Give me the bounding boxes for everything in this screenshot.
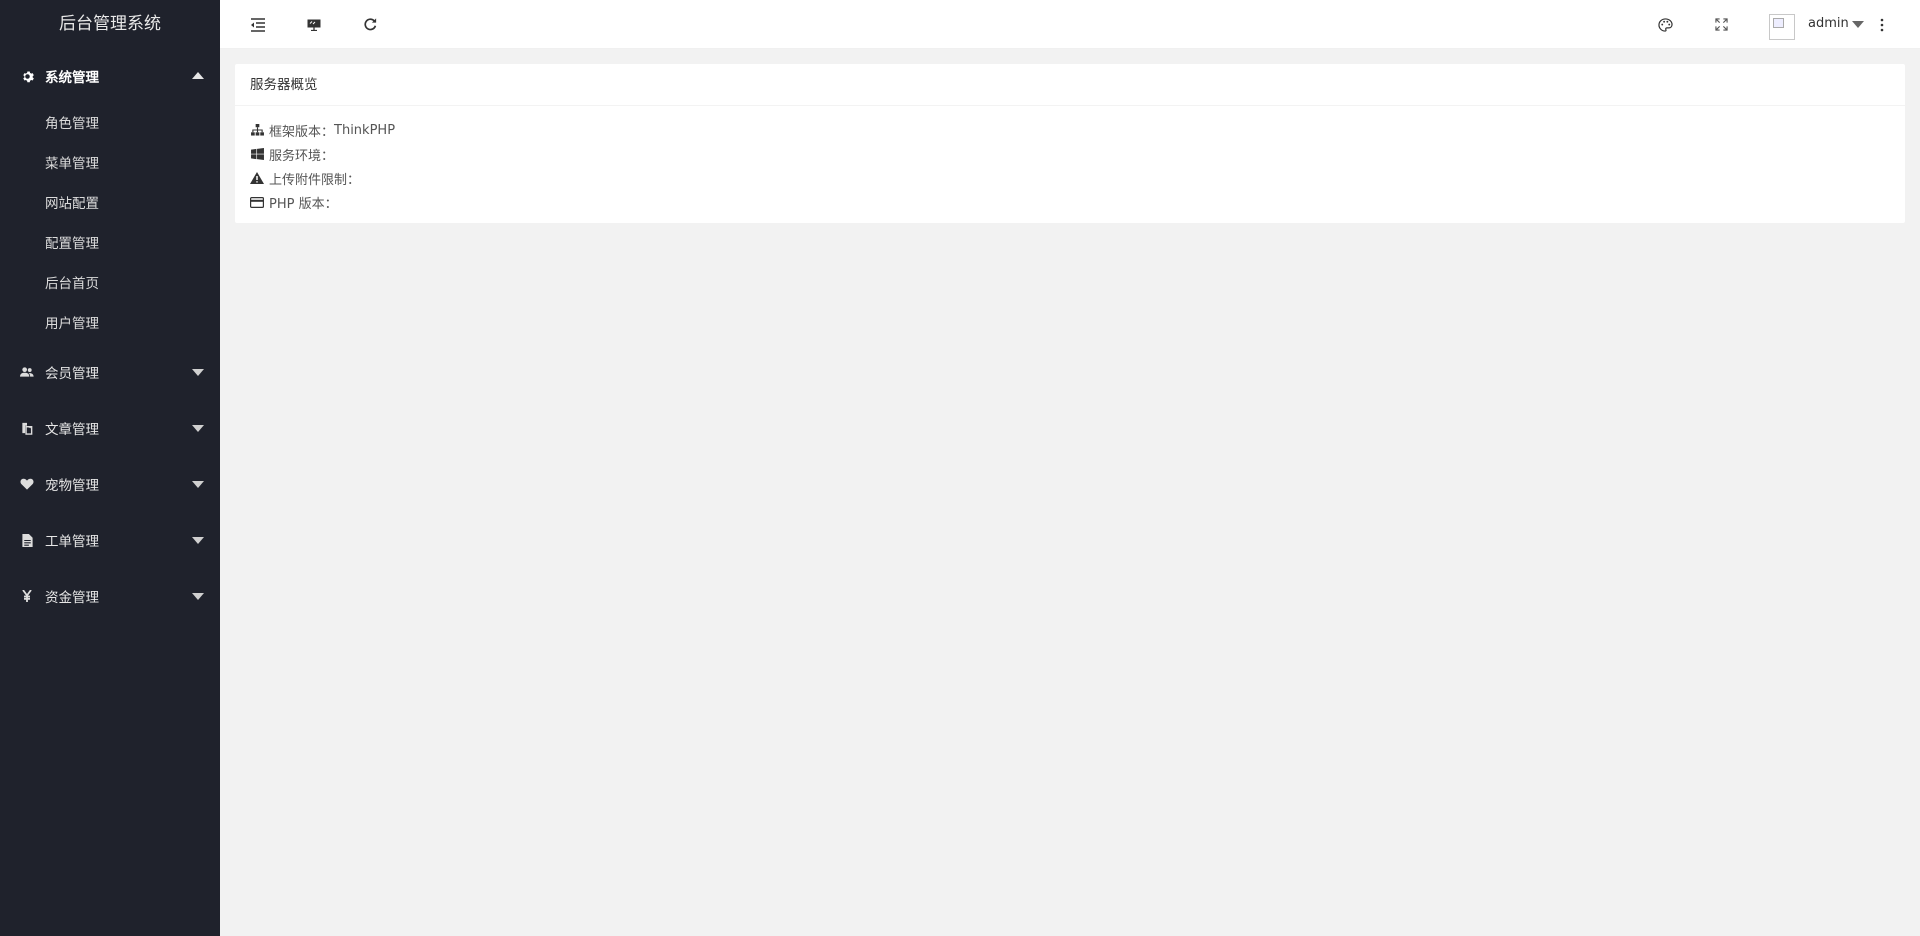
sidebar-item-config[interactable]: 配置管理	[0, 224, 220, 264]
chevron-down-icon[interactable]	[1852, 21, 1864, 28]
chevron-up-icon	[192, 72, 204, 79]
menu-head-funds[interactable]: 资金管理	[0, 568, 220, 624]
sidebar-item-dashboard[interactable]: 后台首页	[0, 264, 220, 304]
info-row-php-version: PHP 版本：	[250, 190, 1890, 214]
menu-head-system[interactable]: 系统管理	[0, 48, 220, 104]
menu-group-system: 系统管理 角色管理 菜单管理 网站配置 配置管理 后台首页 用户管理	[0, 48, 220, 344]
card-title: 服务器概览	[235, 64, 1905, 106]
menu-head-tickets[interactable]: 工单管理	[0, 512, 220, 568]
app-title: 后台管理系统	[59, 14, 161, 34]
info-label: PHP 版本：	[269, 196, 338, 212]
file-icon	[20, 533, 34, 547]
topbar: admin	[220, 0, 1920, 49]
heart-icon	[20, 477, 34, 491]
refresh-icon[interactable]	[350, 0, 390, 49]
menu-head-articles[interactable]: 文章管理	[0, 400, 220, 456]
info-row-environment: 服务环境：	[250, 142, 1890, 166]
server-overview-card: 服务器概览 框架版本： ThinkPHP 服务环境： 上传附件限制： PHP 版…	[235, 64, 1905, 223]
avatar[interactable]	[1769, 14, 1795, 40]
info-row-upload-limit: 上传附件限制：	[250, 166, 1890, 190]
info-value: ThinkPHP	[334, 122, 396, 138]
info-row-framework: 框架版本： ThinkPHP	[250, 118, 1890, 142]
menu-head-label: 资金管理	[45, 590, 99, 606]
copy-icon	[20, 421, 34, 435]
menu-head-label: 文章管理	[45, 422, 99, 438]
fullscreen-icon[interactable]	[1701, 0, 1741, 49]
more-icon[interactable]	[1872, 0, 1892, 49]
menu-head-label: 工单管理	[45, 534, 99, 550]
yen-icon	[20, 589, 34, 603]
chevron-down-icon	[192, 425, 204, 432]
theme-icon[interactable]	[1645, 0, 1685, 49]
menu-head-label: 宠物管理	[45, 478, 99, 494]
sidebar: 后台管理系统 系统管理 角色管理 菜单管理 网站配置 配置管理 后台首页 用户管…	[0, 0, 220, 936]
website-icon[interactable]	[294, 0, 334, 49]
windows-icon	[250, 147, 264, 161]
credit-card-icon	[250, 195, 264, 209]
submenu-system: 角色管理 菜单管理 网站配置 配置管理 后台首页 用户管理	[0, 104, 220, 344]
menu-head-label: 会员管理	[45, 366, 99, 382]
warning-icon	[250, 171, 264, 185]
username[interactable]: admin	[1808, 0, 1849, 49]
menu-head-pets[interactable]: 宠物管理	[0, 456, 220, 512]
card-body: 框架版本： ThinkPHP 服务环境： 上传附件限制： PHP 版本：	[235, 106, 1905, 226]
chevron-down-icon	[192, 481, 204, 488]
sidebar-item-menus[interactable]: 菜单管理	[0, 144, 220, 184]
chevron-down-icon	[192, 369, 204, 376]
chevron-down-icon	[192, 593, 204, 600]
info-label: 服务环境：	[269, 148, 335, 164]
menu-toggle-icon[interactable]	[238, 0, 278, 49]
sidebar-item-roles[interactable]: 角色管理	[0, 104, 220, 144]
sidebar-item-site-config[interactable]: 网站配置	[0, 184, 220, 224]
info-label: 上传附件限制：	[269, 172, 361, 188]
gear-icon	[20, 69, 34, 83]
info-label: 框架版本：	[269, 124, 335, 140]
sidebar-item-users[interactable]: 用户管理	[0, 304, 220, 344]
sitemap-icon	[250, 123, 264, 137]
menu-head-members[interactable]: 会员管理	[0, 344, 220, 400]
menu-head-label: 系统管理	[45, 70, 99, 86]
chevron-down-icon	[192, 537, 204, 544]
users-icon	[20, 365, 34, 379]
